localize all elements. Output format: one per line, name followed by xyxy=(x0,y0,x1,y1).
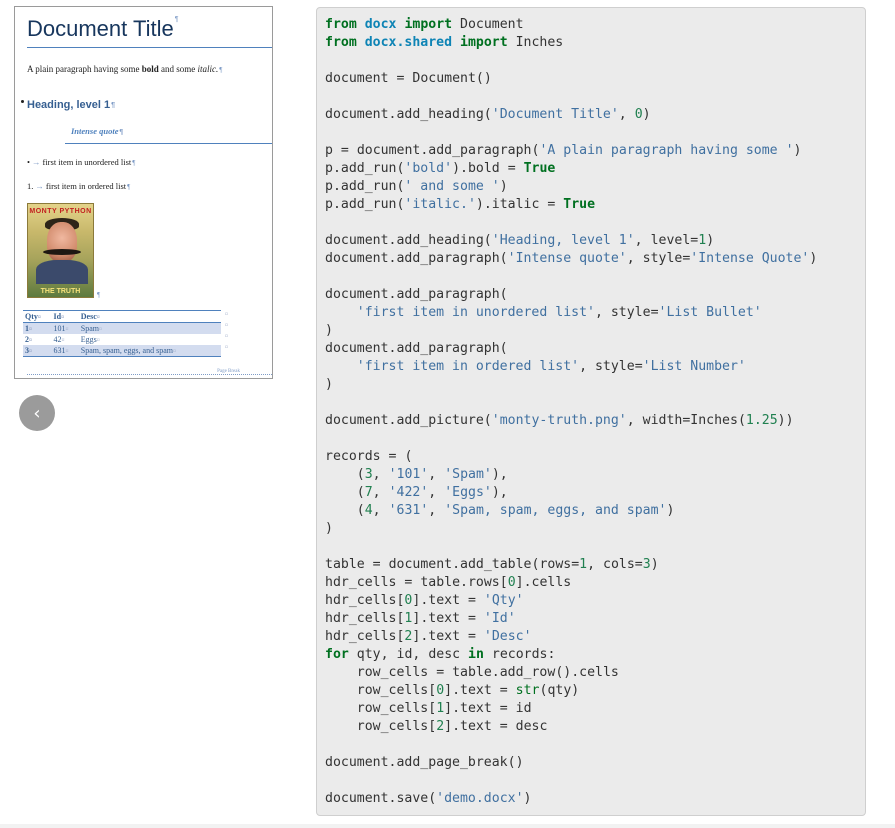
code-line: document.add_paragraph( xyxy=(325,341,508,356)
code-line: hdr_cells[1].text = 'Id' xyxy=(325,611,516,626)
code-content: from docx import Document from docx.share… xyxy=(325,16,817,808)
table-header-cell: Desc¤ xyxy=(78,310,221,323)
pilcrow-mark: ¶ xyxy=(174,16,179,23)
edge-mark xyxy=(891,190,895,200)
table-cell: 3¤ xyxy=(25,346,32,355)
code-line: p.add_run('bold').bold = True xyxy=(325,161,556,176)
code-line: hdr_cells = table.rows[0].cells xyxy=(325,575,572,590)
doc-intense-quote: Intense quote¶ xyxy=(71,126,123,137)
code-line: row_cells[0].text = str(qty) xyxy=(356,683,580,698)
doc-title: Document Title¶ xyxy=(27,16,179,41)
pilcrow-mark: ¶ xyxy=(97,291,101,299)
doc-table: Qty¤ Id¤ Desc¤ 1¤ 101¤ Spam¤ 2¤ 42¤ Eggs… xyxy=(23,310,221,357)
code-line: row_cells[2].text = desc xyxy=(356,719,548,734)
table-cell: Spam, spam, eggs, and spam¤ xyxy=(80,346,176,355)
row-end-mark: ¤ xyxy=(225,334,228,340)
table-cell: 2¤ xyxy=(25,335,32,344)
picture-mustache xyxy=(43,249,81,255)
code-line: row_cells = table.add_row().cells xyxy=(356,665,619,680)
page-break-label: Page Break xyxy=(215,369,242,374)
code-line: p = document.add_paragraph('A plain para… xyxy=(325,143,802,158)
table-row: 1¤ 101¤ Spam¤ xyxy=(23,322,221,334)
doc-paragraph: A plain paragraph having some bold and s… xyxy=(27,64,223,74)
table-row: 2¤ 42¤ Eggs¤ xyxy=(23,334,221,345)
code-line: (7, '422', 'Eggs'), xyxy=(356,485,508,500)
code-line: document.add_heading('Heading, level 1',… xyxy=(325,233,715,248)
table-row: 3¤ 631¤ Spam, spam, eggs, and spam¤ xyxy=(23,345,221,357)
code-line: document.add_page_break() xyxy=(325,755,524,770)
picture-top-text: MONTY PYTHON xyxy=(29,208,92,215)
code-line: ) xyxy=(325,521,333,536)
code-line: document.save('demo.docx') xyxy=(325,791,532,806)
code-line: hdr_cells[0].text = 'Qty' xyxy=(325,593,524,608)
row-end-mark: ¤ xyxy=(225,312,228,318)
keep-with-next-mark xyxy=(21,100,24,103)
table-header-cell: Id¤ xyxy=(51,310,79,323)
picture-face xyxy=(47,222,77,262)
picture-body xyxy=(36,260,88,284)
page-break-line xyxy=(27,374,272,375)
previous-button[interactable]: ‹ xyxy=(19,395,55,431)
row-end-mark: ¤ xyxy=(225,323,228,329)
row-end-mark: ¤ xyxy=(225,345,228,351)
code-line: ) xyxy=(325,323,333,338)
code-line: 'first item in unordered list', style='L… xyxy=(356,305,762,320)
code-line: table = document.add_table(rows=1, cols=… xyxy=(325,557,659,572)
code-line: document.add_heading('Document Title', 0… xyxy=(325,107,651,122)
code-line: (3, '101', 'Spam'), xyxy=(356,467,508,482)
code-line: document.add_paragraph( xyxy=(325,287,508,302)
code-line: p.add_run('italic.').italic = True xyxy=(325,197,596,212)
code-line: hdr_cells[2].text = 'Desc' xyxy=(325,629,532,644)
table-cell: 1¤ xyxy=(25,324,32,333)
table-cell: 631¤ xyxy=(53,346,69,355)
code-block: from docx import Document from docx.share… xyxy=(316,7,866,816)
table-cell: Eggs¤ xyxy=(80,335,100,344)
document-preview: Document Title¶ A plain paragraph having… xyxy=(14,6,273,379)
code-line: for qty, id, desc in records: xyxy=(325,647,556,662)
code-line: (4, '631', 'Spam, spam, eggs, and spam') xyxy=(356,503,675,518)
code-line: document.add_paragraph('Intense quote', … xyxy=(325,251,818,266)
chevron-left-icon: ‹ xyxy=(33,402,41,424)
code-line: row_cells[1].text = id xyxy=(356,701,532,716)
bottom-scrollbar-track xyxy=(0,824,895,828)
code-line: records = ( xyxy=(325,449,413,464)
code-line: from docx.shared import Inches xyxy=(325,35,564,50)
table-cell: 101¤ xyxy=(53,324,69,333)
code-line: document.add_picture('monty-truth.png', … xyxy=(325,413,794,428)
doc-numbered-item: 1. → first item in ordered list¶ xyxy=(27,181,131,192)
title-underline xyxy=(27,47,272,48)
table-cell: Spam¤ xyxy=(80,324,102,333)
code-line: document = Document() xyxy=(325,71,492,86)
code-line: ) xyxy=(325,377,333,392)
quote-underline xyxy=(65,143,272,144)
doc-bullet-item: • → first item in unordered list¶ xyxy=(27,157,136,168)
doc-picture: MONTY PYTHON THE TRUTH xyxy=(27,203,94,298)
picture-bottom-text: THE TRUTH xyxy=(40,288,81,295)
table-cell: 42¤ xyxy=(53,335,65,344)
code-line: from docx import Document xyxy=(325,17,524,32)
doc-heading-1: Heading, level 1¶ xyxy=(27,99,116,111)
code-line: p.add_run(' and some ') xyxy=(325,179,508,194)
table-header-cell: Qty¤ xyxy=(23,310,52,323)
code-line: 'first item in ordered list', style='Lis… xyxy=(356,359,746,374)
